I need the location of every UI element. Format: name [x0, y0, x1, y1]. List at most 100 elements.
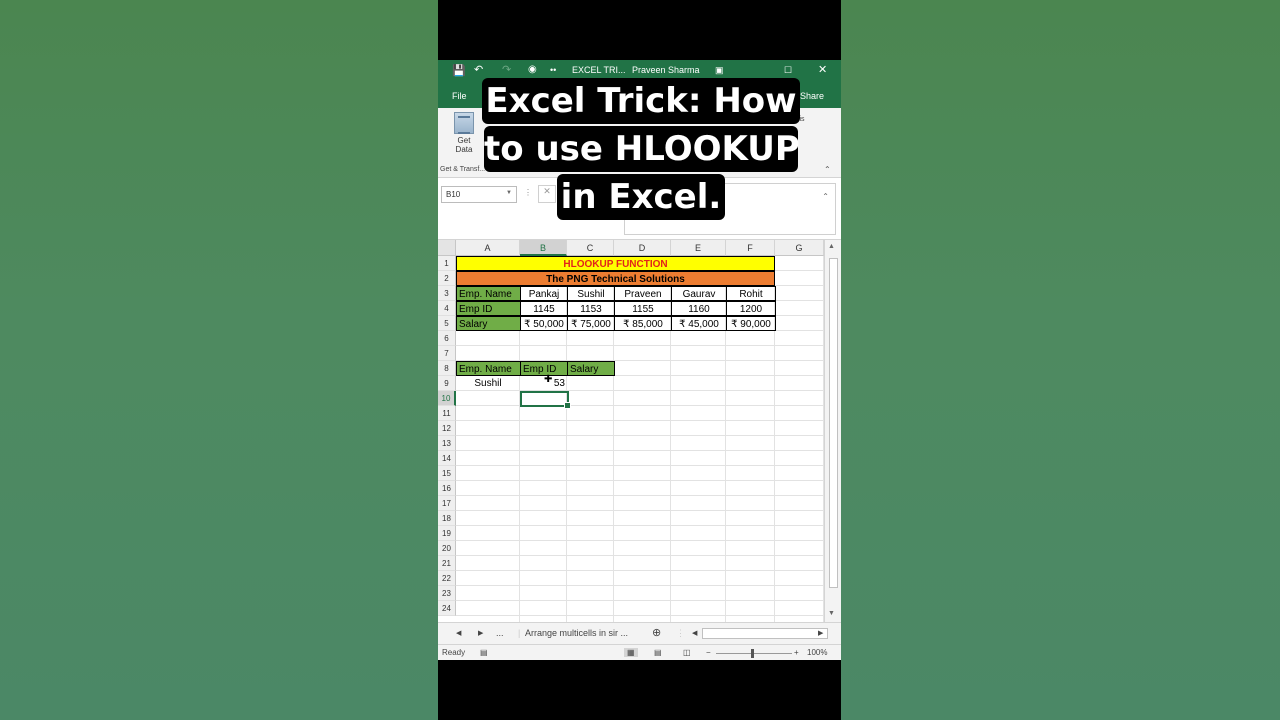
row-header-3[interactable]: 3 [438, 286, 456, 301]
undo-icon[interactable]: ↶ [474, 63, 483, 76]
lookup-name-cell[interactable]: Sushil [456, 376, 520, 391]
row-header-21[interactable]: 21 [438, 556, 456, 571]
zoom-slider[interactable] [716, 653, 792, 654]
row-header-10[interactable]: 10 [438, 391, 456, 406]
scroll-down-icon[interactable]: ▼ [828, 610, 835, 617]
row-header-19[interactable]: 19 [438, 526, 456, 541]
row-header-8[interactable]: 8 [438, 361, 456, 376]
row-header-1[interactable]: 1 [438, 256, 456, 271]
row-header-14[interactable]: 14 [438, 451, 456, 466]
horizontal-scrollbar[interactable] [702, 628, 828, 639]
column-header-a[interactable]: A [456, 240, 520, 256]
zoom-out-icon[interactable]: − [706, 648, 711, 657]
tab-file[interactable]: File [452, 91, 467, 101]
table-cell[interactable]: Gaurav [671, 286, 727, 301]
tab-share[interactable]: Share [800, 91, 824, 101]
table-cell[interactable]: ₹ 85,000 [614, 316, 672, 331]
sheet-tab-bar: ◀ ▶ ... | Arrange multicells in sir ... … [438, 622, 841, 644]
page-break-icon[interactable]: ◫ [683, 648, 691, 657]
row-label-cell[interactable]: Salary [456, 316, 521, 331]
subtitle-cell[interactable]: The PNG Technical Solutions [456, 271, 775, 286]
row-header-4[interactable]: 4 [438, 301, 456, 316]
scroll-up-icon[interactable]: ▲ [828, 243, 835, 250]
row-label-cell[interactable]: Emp ID [456, 301, 521, 316]
prev-sheet-icon[interactable]: ◀ [456, 629, 461, 637]
column-header-d[interactable]: D [614, 240, 671, 256]
row-header-7[interactable]: 7 [438, 346, 456, 361]
sheet-nav-more[interactable]: ... [496, 628, 504, 638]
row-header-23[interactable]: 23 [438, 586, 456, 601]
add-sheet-icon[interactable]: ⊕ [652, 626, 661, 639]
row-header-5[interactable]: 5 [438, 316, 456, 331]
row-header-20[interactable]: 20 [438, 541, 456, 556]
page-layout-icon[interactable]: ▤ [654, 648, 662, 657]
scroll-left-icon[interactable]: ◀ [692, 629, 697, 637]
zoom-slider-thumb[interactable] [751, 649, 754, 658]
row-header-17[interactable]: 17 [438, 496, 456, 511]
column-header-g[interactable]: G [775, 240, 824, 256]
table-cell[interactable]: 1153 [567, 301, 615, 316]
get-data-button[interactable]: Get Data [444, 112, 484, 166]
row-label-cell[interactable]: Emp. Name [456, 286, 521, 301]
redo-icon[interactable]: ↷ [502, 63, 511, 76]
table-cell[interactable]: Praveen [614, 286, 672, 301]
column-header-f[interactable]: F [726, 240, 775, 256]
row-header-15[interactable]: 15 [438, 466, 456, 481]
row-header-16[interactable]: 16 [438, 481, 456, 496]
row-header-22[interactable]: 22 [438, 571, 456, 586]
title-cell[interactable]: HLOOKUP FUNCTION [456, 256, 775, 271]
active-cell-b10[interactable] [520, 391, 571, 409]
row-header-18[interactable]: 18 [438, 511, 456, 526]
user-name[interactable]: Praveen Sharma [632, 65, 700, 75]
save-icon[interactable]: 💾 [452, 64, 466, 77]
cancel-entry-icon[interactable]: ✕ [538, 185, 556, 203]
zoom-in-icon[interactable]: + [794, 648, 799, 657]
next-sheet-icon[interactable]: ▶ [478, 629, 483, 637]
table-cell[interactable]: ₹ 45,000 [671, 316, 727, 331]
table-cell[interactable]: ₹ 75,000 [567, 316, 615, 331]
ribbon-display-icon[interactable]: ▣ [715, 65, 724, 76]
select-all-corner[interactable] [438, 240, 456, 256]
zoom-level[interactable]: 100% [807, 648, 827, 657]
table-cell[interactable]: ₹ 90,000 [726, 316, 776, 331]
row-header-24[interactable]: 24 [438, 601, 456, 616]
qat-more[interactable]: •• [550, 65, 556, 75]
name-box-value: B10 [446, 190, 461, 199]
chevron-down-icon[interactable]: ▼ [506, 190, 512, 196]
spreadsheet-grid[interactable]: ABCDEFG 1 2 3 4 5 6 7 8 9 10 11 12 13 14 15 16 17 18 19 20 2… [438, 240, 841, 622]
scroll-right-icon[interactable]: ▶ [818, 629, 823, 637]
row-header-11[interactable]: 11 [438, 406, 456, 421]
background-right [841, 0, 1280, 720]
row-header-9[interactable]: 9 [438, 376, 456, 391]
row-header-2[interactable]: 2 [438, 271, 456, 286]
normal-view-icon[interactable]: ▦ [624, 648, 638, 657]
lookup-header-name[interactable]: Emp. Name [456, 361, 521, 376]
row-header-13[interactable]: 13 [438, 436, 456, 451]
maximize-icon[interactable]: ☐ [784, 65, 792, 76]
table-cell[interactable]: 1145 [520, 301, 568, 316]
camera-icon[interactable]: ◉ [528, 64, 537, 75]
lookup-header-salary[interactable]: Salary [567, 361, 615, 376]
vertical-scrollbar[interactable]: ▲ ▼ [824, 240, 841, 622]
table-cell[interactable]: ₹ 50,000 [520, 316, 568, 331]
column-header-c[interactable]: C [567, 240, 614, 256]
column-header-e[interactable]: E [671, 240, 726, 256]
table-cell[interactable]: Rohit [726, 286, 776, 301]
table-cell[interactable]: 1160 [671, 301, 727, 316]
table-cell[interactable]: Sushil [567, 286, 615, 301]
table-cell[interactable]: 1155 [614, 301, 672, 316]
sheet-tab[interactable]: Arrange multicells in sir ... [525, 628, 628, 638]
table-cell[interactable]: Pankaj [520, 286, 568, 301]
scroll-thumb[interactable] [829, 258, 838, 588]
expand-formula-icon[interactable]: ⌃ [822, 192, 829, 201]
row-header-12[interactable]: 12 [438, 421, 456, 436]
macro-record-icon[interactable]: ▤ [480, 648, 488, 657]
close-icon[interactable]: ✕ [818, 63, 827, 76]
row-header-6[interactable]: 6 [438, 331, 456, 346]
collapse-ribbon-icon[interactable]: ⌃ [824, 165, 831, 174]
column-header-b[interactable]: B [520, 240, 567, 256]
name-box[interactable]: B10 ▼ [441, 186, 517, 203]
table-cell[interactable]: 1200 [726, 301, 776, 316]
get-data-label: Get [457, 136, 471, 145]
caption-line-2: to use HLOOKUP [484, 126, 800, 172]
